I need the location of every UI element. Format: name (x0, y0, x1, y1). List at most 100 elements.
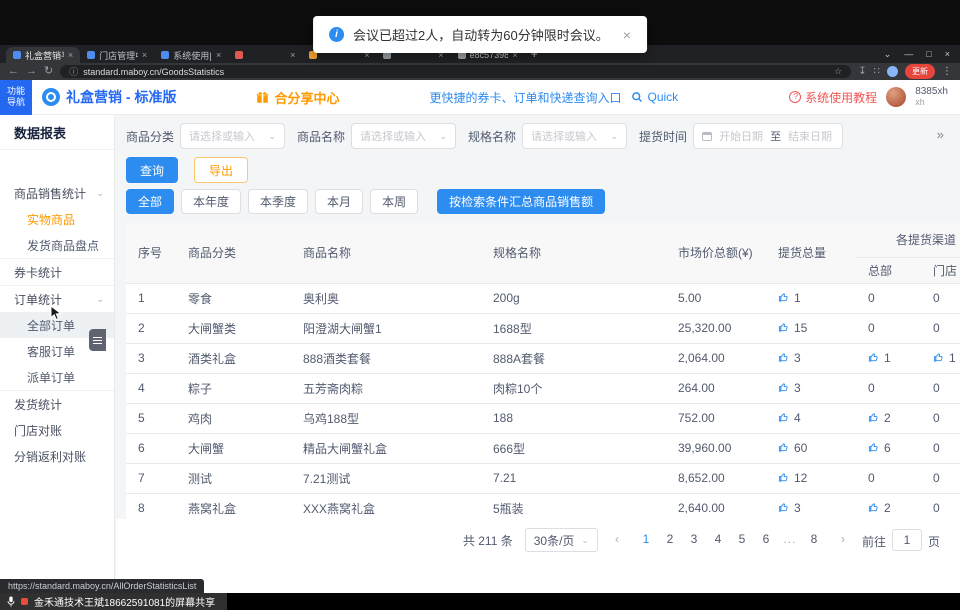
browser-tab[interactable]: × (228, 47, 302, 63)
table-row[interactable]: 7测试7.21测试7.218,652.001200 (126, 463, 960, 493)
collapse-panel-icon[interactable]: » (937, 127, 944, 142)
pickup-count-icon[interactable] (868, 412, 879, 426)
sidebar-drawer-handle[interactable] (89, 329, 106, 351)
goto-page-input[interactable] (892, 529, 922, 551)
pickup-cell: 1 (921, 343, 960, 373)
filter-select[interactable]: 请选择或输入⌄ (351, 123, 456, 149)
pickup-count-value: 3 (794, 381, 801, 395)
reload-icon[interactable]: ↻ (44, 66, 53, 77)
quick-filter-tab[interactable]: 本季度 (248, 189, 308, 214)
user-info[interactable]: 8385xh xh (915, 86, 948, 108)
forward-icon[interactable]: → (26, 66, 37, 77)
pagination-page[interactable]: 5 (732, 532, 752, 546)
filter-select[interactable]: 请选择或输入⌄ (522, 123, 627, 149)
pickup-count-icon[interactable] (933, 352, 944, 366)
pagination-page[interactable]: 8 (804, 532, 824, 546)
export-button[interactable]: 导出 (194, 157, 248, 183)
tutorial-link[interactable]: 系统使用教程 (789, 89, 877, 106)
pickup-count-icon[interactable] (778, 442, 789, 456)
window-close-icon[interactable]: × (945, 49, 950, 60)
info-icon: i (329, 27, 344, 42)
pickup-count-icon[interactable] (778, 502, 789, 516)
pickup-count-value: 0 (933, 471, 940, 485)
site-info-icon[interactable]: ⓘ (69, 65, 78, 78)
back-icon[interactable]: ← (8, 66, 19, 77)
quick-search[interactable]: Quick (631, 90, 678, 104)
prev-page-icon[interactable]: ‹ (610, 532, 624, 546)
filter-label: 商品名称 (297, 128, 345, 145)
quick-filter-tab[interactable]: 本月 (315, 189, 363, 214)
browser-profile-icon[interactable] (887, 66, 898, 77)
sidebar-item[interactable]: 实物商品 (0, 206, 114, 232)
browser-tab[interactable]: 系统使用|学习 × (154, 47, 228, 63)
table-row[interactable]: 2大闸蟹类阳澄湖大闸蟹11688型25,320.001500 (126, 313, 960, 343)
browser-tab[interactable]: 门店管理中心× (80, 47, 154, 63)
column-header: 提货总量 (766, 223, 856, 283)
sidebar-item[interactable]: 门店对账 (0, 417, 114, 443)
pagination-page[interactable]: 3 (684, 532, 704, 546)
table-row[interactable]: 4粽子五芳斋肉粽肉粽10个264.00300 (126, 373, 960, 403)
pickup-count-icon[interactable] (778, 352, 789, 366)
sidebar-item[interactable]: 券卡统计 (0, 259, 114, 285)
browser-tab[interactable]: 礼盒营销平台管理中心× (6, 47, 80, 63)
avatar[interactable] (886, 87, 906, 107)
tab-close-icon[interactable]: × (142, 50, 147, 60)
pickup-count-value: 0 (933, 381, 940, 395)
sidebar-item[interactable]: 发货商品盘点 (0, 232, 114, 258)
share-center-link[interactable]: 合分享中心 (256, 88, 339, 107)
pickup-count-icon[interactable] (778, 412, 789, 426)
search-button[interactable]: 查询 (126, 157, 178, 183)
pickup-count-icon[interactable] (778, 292, 789, 306)
pickup-count-icon[interactable] (778, 472, 789, 486)
table-row[interactable]: 1零食奥利奥200g5.00100 (126, 283, 960, 313)
table-row[interactable]: 6大闸蟹精品大闸蟹礼盒666型39,960.006060 (126, 433, 960, 463)
quick-filter-tab[interactable]: 本周 (370, 189, 418, 214)
tab-search-icon[interactable]: ⌄ (884, 49, 892, 60)
nav-toggle-button[interactable]: 功能导航 (0, 80, 32, 115)
sidebar-item[interactable]: 派单订单 (0, 364, 114, 390)
table-row[interactable]: 3酒类礼盒888酒类套餐888A套餐2,064.00311 (126, 343, 960, 373)
quick-filter-tab[interactable]: 本年度 (181, 189, 241, 214)
sidebar-item-label: 门店对账 (14, 422, 62, 439)
maximize-icon[interactable]: □ (926, 49, 931, 60)
pagination-page[interactable]: 2 (660, 532, 680, 546)
sidebar-item[interactable]: 发货统计 (0, 391, 114, 417)
filter-select[interactable]: 请选择或输入⌄ (180, 123, 285, 149)
pagination-page[interactable]: 6 (756, 532, 776, 546)
tab-close-icon[interactable]: × (68, 50, 73, 60)
sidebar-item[interactable]: 商品销售统计⌄ (0, 180, 114, 206)
pagination-page[interactable]: 1 (636, 532, 656, 546)
table-row[interactable]: 8燕窝礼盒XXX燕窝礼盒5瓶装2,640.00320 (126, 493, 960, 519)
pickup-cell: 0 (856, 463, 921, 493)
pickup-count-icon[interactable] (778, 382, 789, 396)
quick-filter-tab[interactable]: 全部 (126, 189, 174, 214)
bookmark-icon[interactable]: ☆ (834, 66, 842, 77)
table-row[interactable]: 5鸡肉乌鸡188型188752.00420 (126, 403, 960, 433)
more-menu-icon[interactable]: ⋮ (942, 66, 952, 77)
pickup-count-value: 0 (933, 441, 940, 455)
extensions-icon[interactable]: ∷ (874, 66, 880, 77)
pickup-count-icon[interactable] (868, 352, 879, 366)
chrome-update-button[interactable]: 更新 (905, 64, 935, 79)
pickup-count-value: 0 (868, 381, 875, 395)
next-page-icon[interactable]: › (836, 532, 850, 546)
pagination-page[interactable]: 4 (708, 532, 728, 546)
date-range-picker[interactable]: 开始日期 至 结束日期 (693, 123, 843, 149)
summary-button[interactable]: 按检索条件汇总商品销售额 (437, 189, 605, 214)
quick-entry-hint[interactable]: 更快捷的券卡、订单和快递查询入口 (429, 89, 621, 106)
toast-message: 会议已超过2人，自动转为60分钟限时会议。 (353, 25, 609, 44)
address-bar[interactable]: ⓘ standard.maboy.cn/GoodsStatistics ☆ (60, 65, 851, 78)
tab-title: 系统使用|学习 (173, 49, 212, 62)
page-size-select[interactable]: 30条/页 ⌄ (525, 528, 598, 552)
close-icon[interactable]: × (623, 27, 631, 43)
minimize-icon[interactable]: — (904, 49, 913, 60)
cell-spec: 188 (481, 403, 666, 433)
record-icon (21, 598, 28, 605)
tab-close-icon[interactable]: × (290, 50, 295, 60)
pickup-count-icon[interactable] (868, 502, 879, 516)
pickup-count-icon[interactable] (778, 322, 789, 336)
tab-close-icon[interactable]: × (216, 50, 221, 60)
sidebar-item[interactable]: 分销返利对账 (0, 443, 114, 469)
download-icon[interactable]: ↧ (858, 66, 866, 77)
pickup-count-icon[interactable] (868, 442, 879, 456)
